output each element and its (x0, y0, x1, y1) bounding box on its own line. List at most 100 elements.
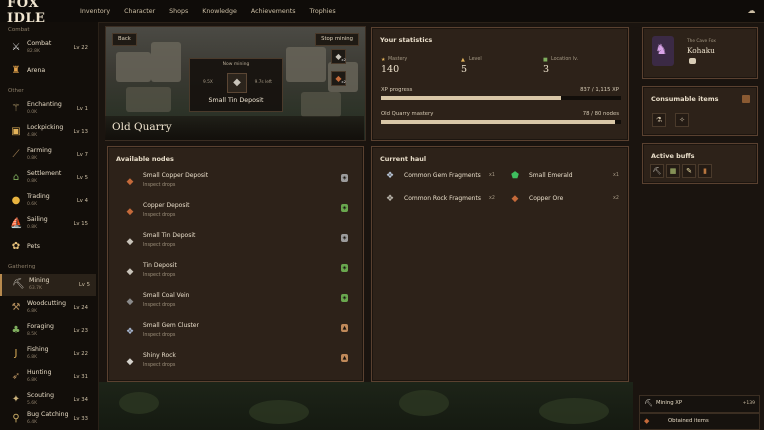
back-button[interactable]: Back (112, 33, 137, 46)
sidebar-item-mining[interactable]: ⛏ Mining 63.7K Lv 5 (0, 274, 96, 296)
sidebar-item-level: Lv 1 (76, 106, 88, 112)
node-row[interactable]: ◆ Small Tin Deposit Inspect drops ◈ (112, 229, 362, 257)
sidebar-item-xp: 5.6K (27, 401, 38, 406)
sidebar-item-settlement[interactable]: ⌂ Settlement 0.8K Lv 5 (0, 167, 94, 189)
haul-item-qty: x2 (489, 196, 495, 201)
sidebar-item-label: Settlement (27, 170, 62, 177)
inspect-drops-link[interactable]: Inspect drops (143, 243, 175, 248)
sidebar-item-enchanting[interactable]: ⚚ Enchanting 0.0K Lv 1 (0, 98, 94, 120)
sidebar-item-label: Scouting (27, 392, 55, 399)
hook-icon: J (14, 348, 18, 359)
xp-progress-label: XP progress (381, 87, 413, 93)
book-icon[interactable]: ▮ (698, 164, 712, 178)
tin-ore-icon: ◆ (126, 267, 134, 277)
herb-icon: ♣ (11, 325, 21, 336)
sidebar-item-level: Lv 22 (73, 45, 88, 51)
sidebar-item-fishing[interactable]: J Fishing 6.8K Lv 22 (0, 343, 94, 365)
copper-ore-icon: ◆ (126, 177, 134, 187)
node-row[interactable]: ◆ Shiny Rock Inspect drops ▲ (112, 349, 362, 377)
haul-item[interactable]: ⬟ Small Emerald x1 (509, 169, 623, 183)
inspect-drops-link[interactable]: Inspect drops (143, 303, 175, 308)
sidebar-item-xp: 0.6K (27, 202, 38, 207)
mastery-bar-label: Old Quarry mastery (381, 111, 434, 117)
node-name: Copper Deposit (143, 202, 190, 209)
notification-mining-xp[interactable]: ⛏ Mining XP +139 (639, 395, 760, 413)
haul-item-name: Copper Ore (529, 195, 564, 202)
inspect-drops-link[interactable]: Inspect drops (143, 273, 175, 278)
sidebar-item-pets[interactable]: ✿ Pets (0, 236, 94, 258)
sidebar-item-level: Lv 15 (73, 221, 88, 227)
copper-ore-icon: ◆ x2 (331, 71, 346, 86)
sidebar-item-xp: 6.4K (27, 420, 38, 425)
sidebar-item-bug-catching[interactable]: ⚲ Bug Catching 6.4K Lv 33 (0, 408, 94, 430)
location-value: 3 (543, 64, 550, 75)
nav-achievements[interactable]: Achievements (244, 8, 303, 15)
node-name: Small Coal Vein (143, 292, 190, 299)
map-icon[interactable]: ▦ (666, 164, 680, 178)
sidebar-item-xp: 4.8K (27, 133, 38, 138)
sidebar-item-label: Trading (27, 193, 50, 200)
sidebar-item-label: Foraging (27, 323, 54, 330)
mastery-value: 140 (381, 64, 400, 75)
nav-knowledge[interactable]: Knowledge (195, 8, 244, 15)
profile-card[interactable]: ♞ The Cave Fox Kohaku (642, 27, 758, 79)
consumables-title: Consumable items (651, 95, 719, 103)
sidebar-item-sailing[interactable]: ⛵ Sailing 0.8K Lv 15 (0, 213, 94, 235)
axe-icon: ⚒ (11, 302, 21, 313)
sidebar-item-farming[interactable]: ⟋ Farming 0.8K Lv 7 (0, 144, 94, 166)
sidebar-item-woodcutting[interactable]: ⚒ Woodcutting 6.8K Lv 24 (0, 297, 94, 319)
node-row[interactable]: ◆ Copper Deposit Inspect drops ◈ (112, 199, 362, 227)
sidebar-item-level: Lv 4 (76, 198, 88, 204)
sidebar-item-label: Enchanting (27, 101, 62, 108)
chat-icon[interactable] (689, 58, 696, 64)
haul-item[interactable]: ❖ Common Rock Fragments x2 (384, 192, 498, 206)
stop-mining-button[interactable]: Stop mining (315, 33, 359, 46)
sidebar-item-hunting[interactable]: ➶ Hunting 6.8K Lv 31 (0, 366, 94, 388)
notification-obtained-items[interactable]: ◆ Obtained items (639, 413, 760, 430)
sidebar: Combat ⚔ Combat 82.8K Lv 22 ♜ Arena Othe… (0, 22, 99, 430)
nav-inventory[interactable]: Inventory (73, 8, 117, 15)
sidebar-item-xp: 0.0K (27, 110, 38, 115)
haul-item-name: Small Emerald (529, 172, 573, 179)
cloud-icon[interactable]: ☁ (747, 6, 756, 15)
section-title-combat: Combat (8, 27, 30, 33)
tin-ore-icon: ◆ x2 (331, 49, 346, 64)
inspect-drops-link[interactable]: Inspect drops (143, 333, 175, 338)
haul-item[interactable]: ❖ Common Gem Fragments x1 (384, 169, 498, 183)
nav-trophies[interactable]: Trophies (303, 8, 343, 15)
node-row[interactable]: ❖ Small Gem Cluster Inspect drops ▲ (112, 319, 362, 347)
sidebar-item-lockpicking[interactable]: ▣ Lockpicking 4.8K Lv 13 (0, 121, 94, 143)
consumable-slot-1[interactable]: ⚗ (652, 113, 666, 127)
nav-shops[interactable]: Shops (162, 8, 195, 15)
item-count: x2 (341, 57, 346, 62)
profile-name: Kohaku (687, 46, 715, 55)
sidebar-item-level: Lv 34 (73, 397, 88, 403)
sidebar-item-foraging[interactable]: ♣ Foraging 8.5K Lv 23 (0, 320, 94, 342)
current-haul-panel: Current haul ❖ Common Gem Fragments x1 ⬟… (371, 146, 629, 382)
scroll-icon[interactable]: ✎ (682, 164, 696, 178)
node-row[interactable]: ◆ Small Coal Vein Inspect drops ◈ (112, 289, 362, 317)
copper-ore-icon: ◆ (126, 207, 134, 217)
sidebar-item-label: Combat (27, 40, 52, 47)
node-row[interactable]: ◆ Small Copper Deposit Inspect drops ◈ (112, 169, 362, 197)
rock-fragment-icon: ❖ (385, 194, 395, 204)
sidebar-item-trading[interactable]: ● Trading 0.6K Lv 4 (0, 190, 94, 212)
inspect-drops-link[interactable]: Inspect drops (143, 183, 175, 188)
sidebar-item-label: Sailing (27, 216, 48, 223)
section-title-gathering: Gathering (8, 264, 36, 270)
node-row[interactable]: ◆ Tin Deposit Inspect drops ◈ (112, 259, 362, 287)
bag-icon[interactable] (742, 95, 750, 103)
paw-icon: ✿ (11, 241, 21, 252)
nav-character[interactable]: Character (117, 8, 162, 15)
pickaxe-icon[interactable]: ⛏ (650, 164, 664, 178)
lock-icon: ▲ (341, 354, 348, 362)
haul-item[interactable]: ◆ Copper Ore x2 (509, 192, 623, 206)
inspect-drops-link[interactable]: Inspect drops (143, 213, 175, 218)
bow-icon: ➶ (11, 371, 21, 382)
star-icon: ★ (381, 57, 386, 63)
sidebar-item-combat[interactable]: ⚔ Combat 82.8K Lv 22 (0, 37, 94, 59)
sidebar-item-arena[interactable]: ♜ Arena (0, 60, 94, 82)
consumable-slot-2[interactable]: ✧ (675, 113, 689, 127)
inspect-drops-link[interactable]: Inspect drops (143, 363, 175, 368)
node-name: Shiny Rock (143, 352, 176, 359)
